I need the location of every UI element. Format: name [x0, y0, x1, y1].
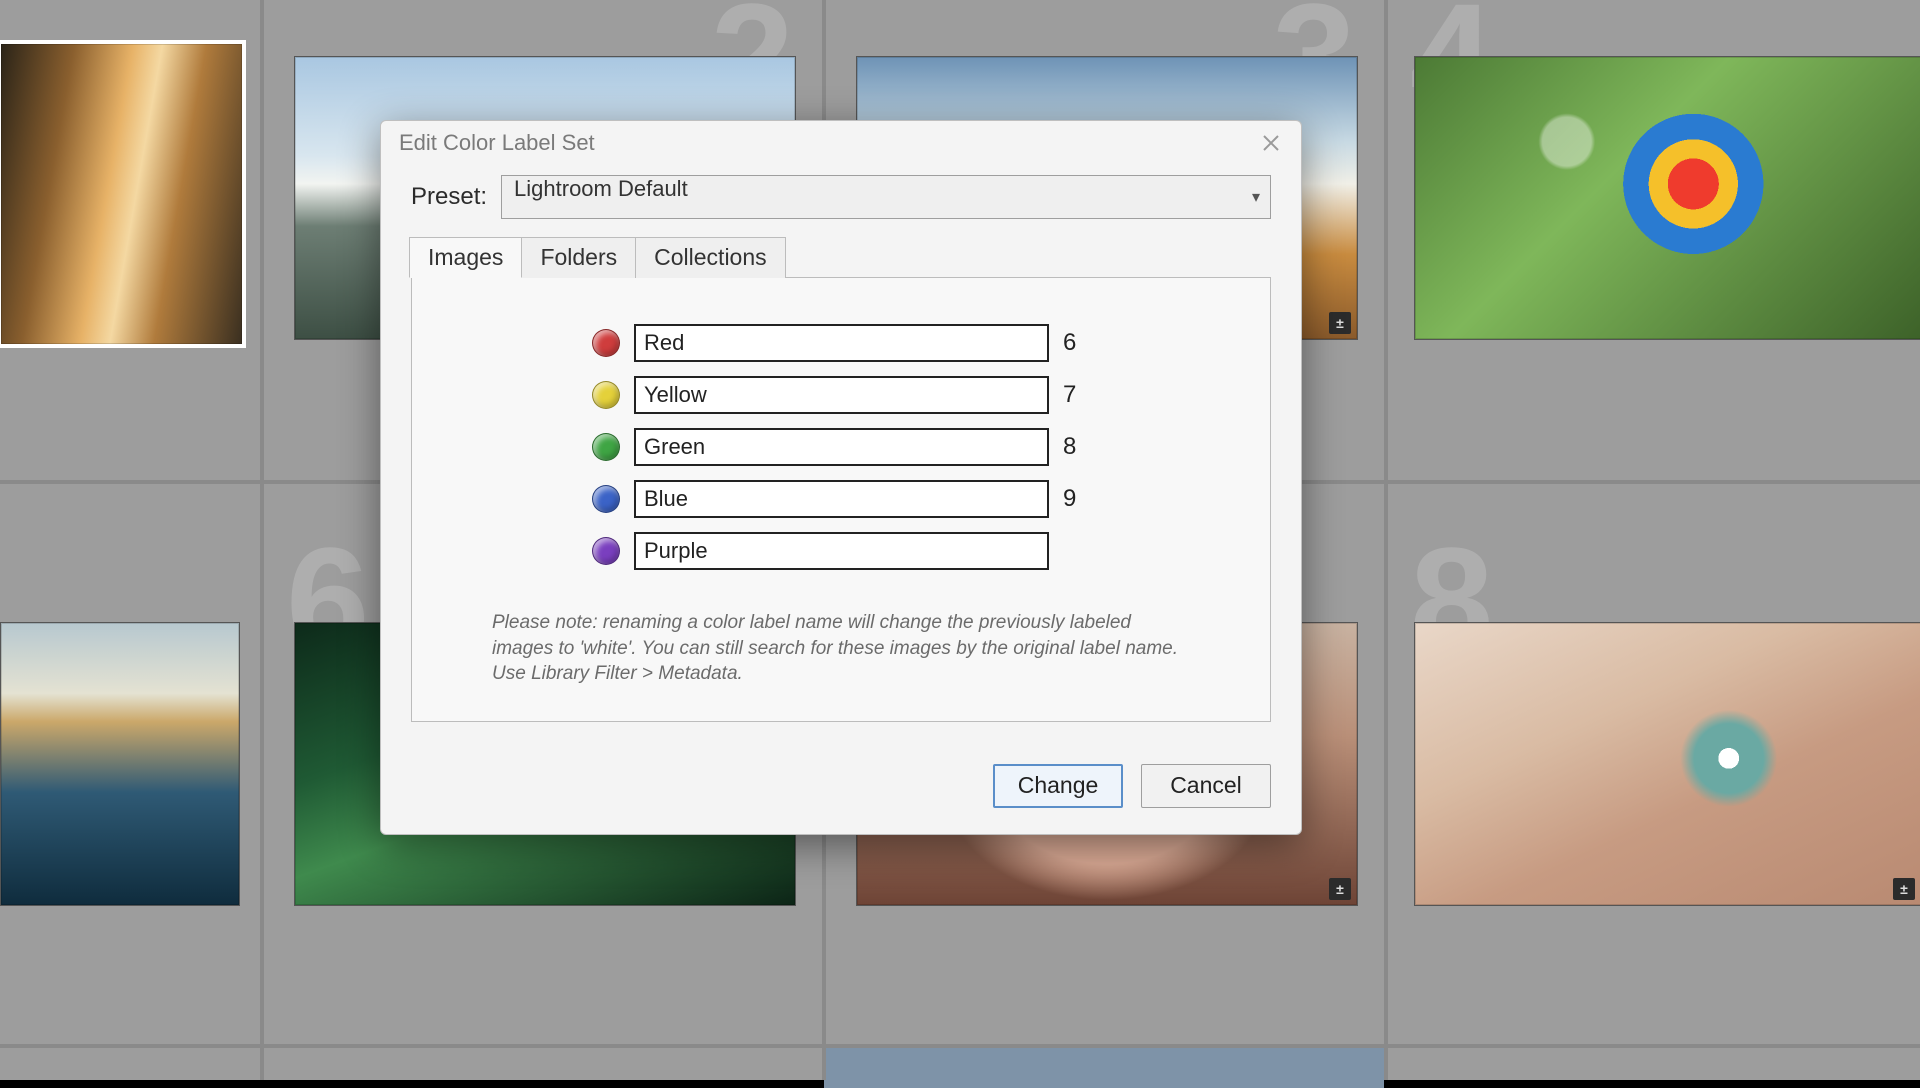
label-input-blue[interactable] — [634, 480, 1049, 518]
grid-cell[interactable] — [0, 484, 260, 1044]
color-label-row-red: 6 — [592, 324, 1083, 362]
thumbnail[interactable] — [0, 622, 240, 906]
dialog-title: Edit Color Label Set — [399, 130, 595, 156]
grid-divider — [1384, 0, 1388, 1080]
label-input-green[interactable] — [634, 428, 1049, 466]
exposure-badge-icon: ± — [1329, 312, 1351, 334]
label-input-yellow[interactable] — [634, 376, 1049, 414]
grid-cell-selected-bg[interactable] — [824, 1048, 1384, 1088]
tab-folders[interactable]: Folders — [521, 237, 636, 278]
swatch-red — [592, 329, 620, 357]
dialog-titlebar: Edit Color Label Set — [381, 121, 1301, 165]
swatch-blue — [592, 485, 620, 513]
tab-images[interactable]: Images — [409, 237, 522, 278]
exposure-badge-icon: ± — [1329, 878, 1351, 900]
grid-cell[interactable] — [0, 0, 260, 480]
label-input-red[interactable] — [634, 324, 1049, 362]
dialog-buttons: Change Cancel — [381, 746, 1301, 834]
thumbnail[interactable] — [1414, 56, 1920, 340]
exposure-badge-icon: ± — [1893, 878, 1915, 900]
swatch-yellow — [592, 381, 620, 409]
color-label-row-green: 8 — [592, 428, 1083, 466]
close-icon[interactable] — [1255, 127, 1287, 159]
preset-select[interactable]: Lightroom Default ▾ — [501, 175, 1271, 219]
color-label-row-blue: 9 — [592, 480, 1083, 518]
color-label-list: 6 7 8 9 — [592, 324, 1240, 570]
label-shortcut: 8 — [1063, 433, 1083, 461]
swatch-green — [592, 433, 620, 461]
grid-cell[interactable]: 8 ± — [1386, 484, 1920, 1044]
color-label-row-purple — [592, 532, 1083, 570]
preset-label: Preset: — [411, 183, 487, 211]
swatch-purple — [592, 537, 620, 565]
label-shortcut: 9 — [1063, 485, 1083, 513]
thumbnail[interactable] — [0, 43, 243, 345]
thumbnail[interactable] — [1414, 622, 1920, 906]
tab-collections[interactable]: Collections — [635, 237, 786, 278]
edit-color-label-set-dialog: Edit Color Label Set Preset: Lightroom D… — [380, 120, 1302, 835]
cancel-button[interactable]: Cancel — [1141, 764, 1271, 808]
label-input-purple[interactable] — [634, 532, 1049, 570]
preset-row: Preset: Lightroom Default ▾ — [411, 175, 1271, 219]
label-shortcut: 6 — [1063, 329, 1083, 357]
change-button[interactable]: Change — [993, 764, 1123, 808]
preset-value: Lightroom Default — [514, 176, 688, 201]
label-shortcut: 7 — [1063, 381, 1083, 409]
tab-panel: 6 7 8 9 — [411, 277, 1271, 722]
color-label-row-yellow: 7 — [592, 376, 1083, 414]
tabs: Images Folders Collections — [409, 237, 1271, 278]
grid-cell[interactable]: 4 — [1386, 0, 1920, 480]
rename-note: Please note: renaming a color label name… — [492, 610, 1192, 687]
chevron-down-icon: ▾ — [1252, 187, 1260, 207]
grid-divider — [260, 0, 264, 1080]
